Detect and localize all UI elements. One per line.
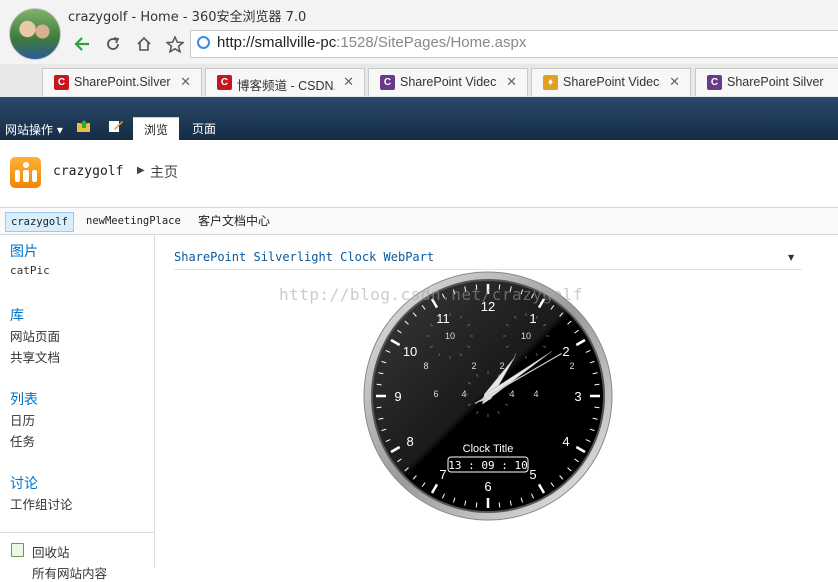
site-header [0, 140, 838, 207]
watermark: http://blog.csdn.net/crazygolf [279, 285, 583, 304]
browser-tab-1[interactable]: C SharePoint.Silver ✕ [42, 68, 202, 96]
clock-hour-number: 7 [439, 467, 446, 482]
breadcrumb-site[interactable]: crazygolf [53, 164, 123, 179]
clock-hour-number: 2 [562, 344, 569, 359]
subdial-number: 10 [521, 331, 531, 341]
recycle-bin-link[interactable]: 回收站 [32, 542, 70, 561]
subdial-number: 2 [499, 361, 504, 371]
address-url: http://smallville-pc:1528/SitePages/Home… [217, 34, 527, 51]
nav-heading-libraries[interactable]: 库 [10, 305, 24, 325]
browser-tab-2[interactable]: C 博客频道 - CSDN. ✕ [205, 68, 365, 96]
nav-item-calendar[interactable]: 日历 [10, 410, 35, 429]
browser-tab-4[interactable]: ♦ SharePoint Videc ✕ [531, 68, 691, 96]
ribbon: 网站操作 ▾ 浏览 页面 [0, 97, 838, 141]
clock-tick [376, 406, 382, 409]
nav-item-site-pages[interactable]: 网站页面 [10, 326, 60, 345]
nav-item-tasks[interactable]: 任务 [10, 431, 35, 450]
navigate-up-icon[interactable] [76, 119, 92, 133]
clock-hour-number: 6 [484, 479, 491, 494]
clock-hour-number: 4 [562, 434, 569, 449]
clock-hour-number: 5 [529, 467, 536, 482]
site-logo[interactable] [10, 157, 41, 188]
user-avatar[interactable] [9, 8, 61, 60]
close-icon[interactable]: ✕ [343, 74, 354, 90]
browser-tab-3[interactable]: C SharePoint Videc ✕ [368, 68, 528, 96]
clock-hour-number: 1 [529, 311, 536, 326]
clock-hour-number: 8 [406, 434, 413, 449]
clock-tick [594, 406, 600, 409]
nav-item-team-discussion[interactable]: 工作组讨论 [10, 494, 73, 513]
webpart-title[interactable]: SharePoint Silverlight Clock WebPart [174, 250, 434, 264]
nav-item-catpic[interactable]: catPic [10, 264, 50, 277]
clock-hour-number: 10 [403, 344, 417, 359]
all-site-content-link[interactable]: 所有网站内容 [32, 563, 107, 582]
recycle-bin-icon [11, 543, 24, 557]
site-actions-menu[interactable]: 网站操作 ▾ [5, 121, 63, 138]
page-title: 主页 [150, 165, 178, 181]
window-title: crazygolf - Home - 360安全浏览器 7.0 [68, 10, 307, 25]
flame-icon: ♦ [543, 75, 558, 90]
clock-hour-number: 3 [574, 389, 581, 404]
edit-page-icon[interactable] [108, 119, 124, 133]
browser-titlebar: crazygolf - Home - 360安全浏览器 7.0 http://s… [0, 0, 838, 64]
address-bar[interactable]: http://smallville-pc:1528/SitePages/Home… [190, 30, 838, 58]
close-icon[interactable]: ✕ [669, 74, 680, 90]
clock-face: 121234567891011 10 102 286 4 4 42 Clock Title… [363, 271, 613, 521]
subdial-number: 4 [533, 389, 538, 399]
tab-page[interactable]: 页面 [184, 117, 224, 140]
vs-icon: C [707, 75, 722, 90]
subdial-number: 6 [433, 389, 438, 399]
home-icon[interactable] [132, 33, 156, 55]
close-icon[interactable]: ✕ [506, 74, 517, 90]
refresh-icon[interactable] [101, 33, 125, 55]
tab-browse[interactable]: 浏览 [133, 117, 179, 141]
nav-heading-lists[interactable]: 列表 [10, 389, 38, 409]
subdial-number: 2 [569, 361, 574, 371]
clock-hour-number: 11 [436, 311, 450, 326]
topnav-item-crazygolf[interactable]: crazygolf [5, 212, 74, 232]
nav-item-shared-docs[interactable]: 共享文档 [10, 347, 60, 366]
topnav-item-newmeetingplace[interactable]: newMeetingPlace [81, 212, 186, 230]
clock-tick [498, 502, 501, 508]
clock-title: Clock Title [463, 443, 514, 455]
clock-tick [594, 383, 600, 386]
webpart-menu-icon[interactable]: ▼ [788, 253, 794, 262]
csdn-icon: C [54, 75, 69, 90]
subdial-number: 10 [445, 331, 455, 341]
top-nav: crazygolf newMeetingPlace 客户文档中心 [0, 207, 838, 235]
nav-heading-pictures[interactable]: 图片 [10, 241, 38, 261]
vs-icon: C [380, 75, 395, 90]
breadcrumb-separator-icon: ▶ [137, 165, 145, 176]
tab-strip: |▷ C SharePoint.Silver ✕ C 博客频道 - CSDN. … [0, 64, 838, 150]
favorite-star-icon[interactable] [163, 33, 187, 55]
topnav-item-customer-docs[interactable]: 客户文档中心 [193, 212, 275, 230]
clock-tick [376, 383, 382, 386]
clock-center-pin [484, 392, 492, 400]
csdn-icon: C [217, 75, 232, 90]
close-icon[interactable]: ✕ [180, 74, 191, 90]
page-icon [197, 36, 210, 49]
subdial-number: 2 [471, 361, 476, 371]
digital-time: 13 : 09 : 10 [448, 459, 527, 472]
subdial-number: 8 [423, 361, 428, 371]
clock-hour-number: 9 [394, 389, 401, 404]
quick-launch: 图片 catPic 库 网站页面 共享文档 列表 日历 任务 讨论 工作组讨论 [0, 234, 155, 568]
recycle-section: 回收站 所有网站内容 [0, 532, 154, 581]
browser-tab-5[interactable]: C SharePoint Silver [695, 68, 838, 96]
webpart-divider [174, 269, 802, 270]
nav-heading-discussions[interactable]: 讨论 [10, 473, 38, 493]
clock-tick [475, 502, 478, 508]
back-arrow-icon[interactable] [70, 33, 94, 55]
